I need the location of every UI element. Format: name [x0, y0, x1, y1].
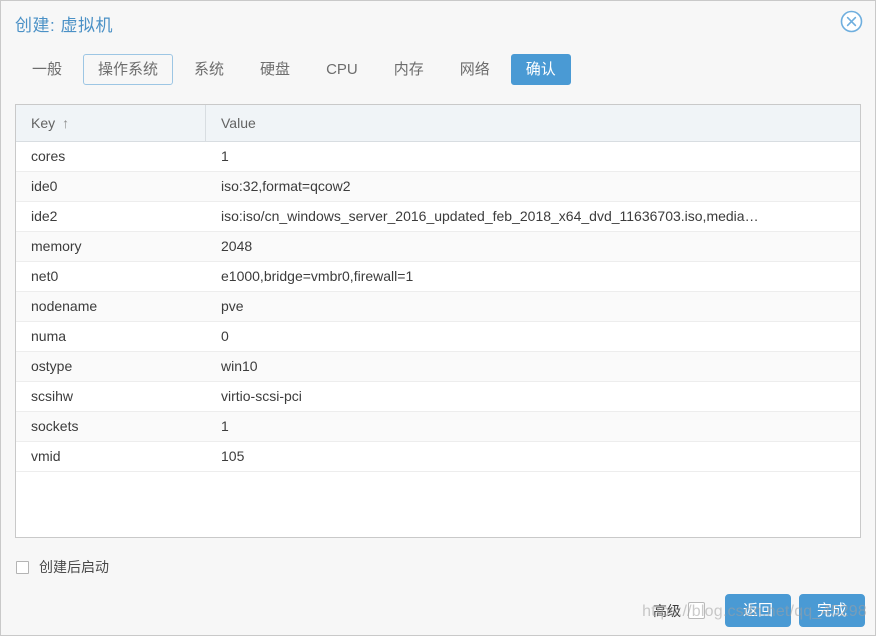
tab-os[interactable]: 操作系统: [83, 54, 174, 85]
start-after-create-label: 创建后启动: [39, 559, 109, 575]
table-row[interactable]: vmid 105: [16, 442, 860, 472]
row-value: virtio-scsi-pci: [221, 388, 302, 404]
close-circle-icon: [840, 10, 863, 33]
row-key: ide2: [31, 208, 58, 224]
row-value: 0: [221, 328, 229, 344]
table-row[interactable]: net0 e1000,bridge=vmbr0,firewall=1: [16, 262, 860, 292]
row-value: 105: [221, 448, 245, 464]
row-key: numa: [31, 328, 67, 344]
finish-button[interactable]: 完成: [798, 594, 865, 627]
grid-header-row: Key ↑ Value: [16, 105, 860, 142]
table-row[interactable]: ostype win10: [16, 352, 860, 382]
row-value: 1: [221, 418, 229, 434]
row-key: vmid: [31, 448, 61, 464]
table-row[interactable]: ide0 iso:32,format=qcow2: [16, 172, 860, 202]
tab-bar: 一般 操作系统 系统 硬盘 CPU 内存 网络 确认: [1, 41, 875, 98]
start-after-create-row[interactable]: 创建后启动: [16, 557, 109, 577]
tab-system[interactable]: 系统: [179, 54, 239, 85]
row-key: nodename: [31, 298, 98, 314]
close-icon[interactable]: [840, 10, 863, 33]
table-row[interactable]: scsihw virtio-scsi-pci: [16, 382, 860, 412]
row-value: e1000,bridge=vmbr0,firewall=1: [221, 268, 414, 284]
row-value: win10: [221, 358, 258, 374]
tab-memory[interactable]: 内存: [379, 54, 439, 85]
row-key: cores: [31, 148, 66, 164]
column-header-value-label: Value: [221, 115, 256, 131]
row-value: iso:32,format=qcow2: [221, 178, 351, 194]
row-value: 2048: [221, 238, 253, 254]
dialog-titlebar: 创建: 虚拟机: [1, 1, 875, 41]
back-button[interactable]: 返回: [724, 594, 791, 627]
row-key: ostype: [31, 358, 73, 374]
grid-body: cores 1 ide0 iso:32,format=qcow2 ide2 is…: [16, 142, 860, 537]
tab-list: 一般 操作系统 系统 硬盘 CPU 内存 网络 确认: [17, 54, 577, 85]
tab-cpu[interactable]: CPU: [311, 54, 373, 85]
tab-network[interactable]: 网络: [445, 54, 505, 85]
tab-confirm[interactable]: 确认: [510, 54, 571, 85]
dialog-footer: 高级 返回 完成: [653, 594, 865, 627]
row-value: 1: [221, 148, 229, 164]
summary-grid: Key ↑ Value cores 1 ide0 iso:32,format=q…: [15, 104, 861, 538]
tab-general[interactable]: 一般: [17, 54, 77, 85]
table-row[interactable]: numa 0: [16, 322, 860, 352]
table-row[interactable]: sockets 1: [16, 412, 860, 442]
advanced-label: 高级: [652, 602, 681, 619]
row-key: memory: [31, 238, 82, 254]
row-value: pve: [221, 298, 244, 314]
row-key: net0: [31, 268, 59, 284]
tab-harddisk[interactable]: 硬盘: [245, 54, 305, 85]
page-title: 创建: 虚拟机: [15, 16, 113, 35]
table-row[interactable]: ide2 iso:iso/cn_windows_server_2016_upda…: [16, 202, 860, 232]
table-row[interactable]: nodename pve: [16, 292, 860, 322]
app-root: 创建: 虚拟机 一般 操作系统 系统 硬盘 CPU 内存 网络 确认 Key ↑…: [0, 0, 876, 636]
row-key: ide0: [31, 178, 58, 194]
row-value: iso:iso/cn_windows_server_2016_updated_f…: [221, 208, 759, 224]
column-header-key[interactable]: Key ↑: [16, 105, 206, 141]
row-key: scsihw: [31, 388, 74, 404]
column-header-key-label: Key: [31, 115, 56, 131]
start-after-create-checkbox[interactable]: [16, 560, 29, 574]
table-row[interactable]: memory 2048: [16, 232, 860, 262]
create-vm-dialog: 创建: 虚拟机 一般 操作系统 系统 硬盘 CPU 内存 网络 确认 Key ↑…: [0, 0, 876, 636]
sort-ascending-icon: ↑: [62, 115, 70, 131]
table-row[interactable]: cores 1: [16, 142, 860, 172]
column-header-value[interactable]: Value: [206, 105, 860, 141]
row-key: sockets: [31, 418, 79, 434]
advanced-checkbox[interactable]: [687, 602, 705, 619]
